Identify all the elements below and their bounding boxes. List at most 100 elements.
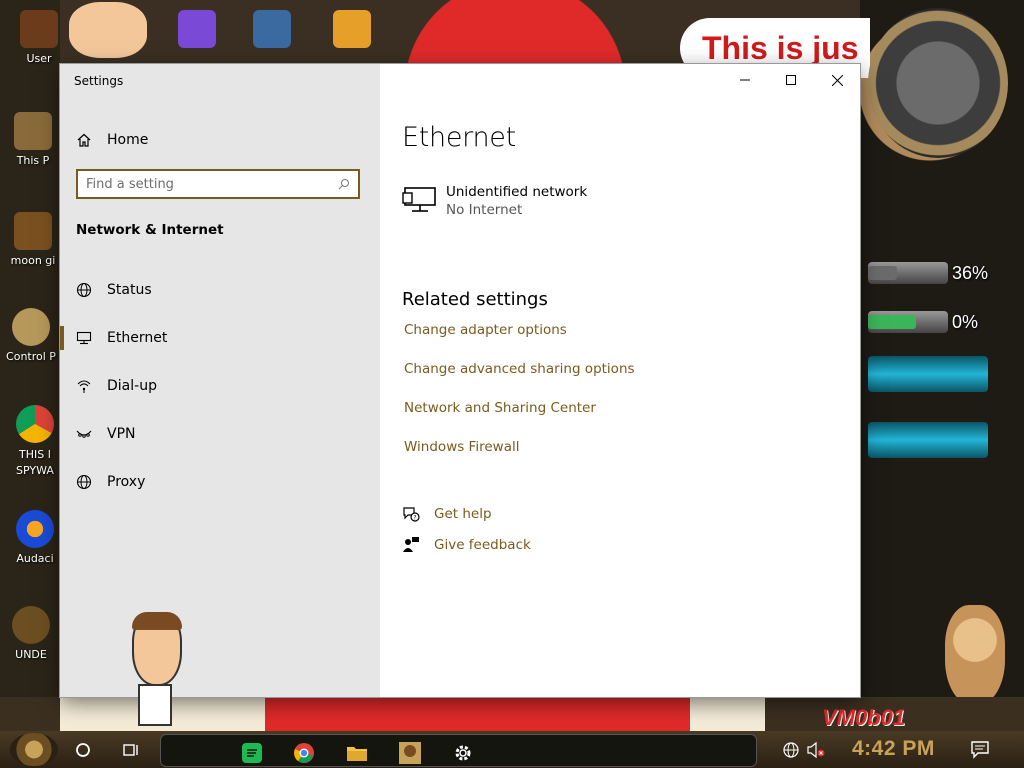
related-settings-title: Related settings: [402, 289, 548, 310]
audacity-icon: [16, 510, 54, 548]
file-explorer-icon: [347, 747, 367, 761]
nav-item-label: Ethernet: [107, 330, 168, 346]
search-icon: [338, 179, 349, 190]
hamster-decoration: [945, 605, 1005, 705]
taskbar: 4:42 PM: [0, 731, 1024, 768]
network-name: Unidentified network: [446, 184, 588, 200]
this-pc-icon: [14, 112, 52, 150]
taskbar-dock: [160, 734, 757, 767]
content-pane: Ethernet Unidentified network No Interne…: [380, 64, 860, 697]
desktop-icon-user[interactable]: User: [12, 10, 66, 65]
search-box[interactable]: [76, 169, 360, 199]
network-sharing-center-link[interactable]: Network and Sharing Center: [404, 400, 596, 416]
desktop-icon-unde[interactable]: UNDE: [4, 606, 58, 661]
cpu-gauge-fill: [868, 266, 897, 280]
desktop-icon-audacity[interactable]: Audaci: [8, 510, 62, 565]
cartoon-body: [138, 684, 172, 726]
cpu-gauge-label: 36%: [952, 263, 989, 283]
network-status: No Internet: [446, 202, 523, 218]
chrome-shortcut-icon: [16, 405, 54, 443]
wallpaper-watermark: VM0b01: [822, 705, 906, 730]
memory-gauge-label: 0%: [952, 312, 979, 332]
nav-item-proxy[interactable]: Proxy: [60, 458, 380, 506]
cartoon-character-decoration: [128, 612, 182, 726]
nav-item-label: Dial-up: [107, 378, 157, 394]
section-title: Network & Internet: [76, 222, 224, 238]
desktop-icon-visual-studio[interactable]: [170, 10, 224, 52]
settings-taskbar-button[interactable]: [450, 740, 476, 766]
help-chat-icon: ?: [403, 507, 420, 522]
user-folder-icon: [20, 10, 58, 48]
nav-item-status[interactable]: Status: [60, 266, 380, 314]
spotify-icon: [242, 743, 262, 763]
desktop-icon-chrome[interactable]: THIS I SPYWA: [8, 405, 62, 479]
proxy-globe-icon: [76, 474, 92, 490]
app-title: Settings: [74, 74, 124, 88]
get-help-link[interactable]: ? Get help: [402, 505, 492, 523]
give-feedback-link[interactable]: Give feedback: [402, 536, 531, 554]
desktop-icon-moon[interactable]: moon gi: [6, 212, 60, 267]
get-help-label: Get help: [434, 506, 492, 522]
hxd-icon: [333, 10, 371, 48]
file-explorer-taskbar-button[interactable]: [344, 740, 370, 766]
settings-window: Settings Home Network & Internet: [60, 64, 860, 697]
globe-icon: [76, 282, 92, 298]
search-input[interactable]: [86, 175, 331, 193]
chrome-taskbar-button[interactable]: [291, 740, 317, 766]
cortana-circle-icon: [76, 743, 90, 757]
settings-gear-icon: [455, 745, 471, 761]
gear-shortcut-icon: [12, 606, 50, 644]
change-advanced-sharing-link[interactable]: Change advanced sharing options: [404, 361, 635, 377]
network-text: Unidentified network No Internet: [446, 184, 587, 218]
change-adapter-options-link[interactable]: Change adapter options: [404, 322, 567, 338]
feedback-person-icon: [403, 537, 419, 552]
steampunk-clock-widget: [868, 8, 1008, 158]
virtualbox-icon: [253, 10, 291, 48]
cyan-tube-1: [868, 356, 988, 392]
page-title: Ethernet: [402, 122, 516, 153]
moon-folder-icon: [14, 212, 52, 250]
home-label: Home: [107, 132, 149, 148]
spotify-taskbar-button[interactable]: [239, 740, 265, 766]
home-nav-item[interactable]: Home: [76, 128, 148, 152]
cpu-gauge: [868, 262, 948, 284]
nav-item-label: VPN: [107, 426, 136, 442]
cartoon-hair: [132, 612, 182, 630]
ethernet-icon: [76, 331, 92, 345]
home-icon: [77, 133, 91, 147]
memory-gauge-fill: [868, 315, 916, 329]
give-feedback-label: Give feedback: [434, 537, 531, 553]
vpn-icon: [76, 430, 92, 438]
desktop-banner-text: This is jus: [702, 30, 859, 66]
control-panel-icon: [12, 308, 50, 346]
desktop-cartoon-face: [68, 2, 148, 62]
svg-text:?: ?: [413, 515, 416, 522]
photo-app-taskbar-button[interactable]: [397, 740, 423, 766]
nav-item-label: Status: [107, 282, 152, 298]
cortana-button[interactable]: [70, 737, 96, 763]
start-button[interactable]: [10, 733, 58, 766]
desktop-icon-virtualbox[interactable]: [245, 10, 299, 52]
nav-item-ethernet[interactable]: Ethernet: [60, 314, 380, 362]
network-tray-icon[interactable]: [782, 741, 800, 759]
dialup-icon: [77, 380, 91, 393]
volume-muted-icon[interactable]: [806, 741, 826, 759]
network-nav-list: Status Ethernet Dial-up VPN Proxy: [60, 266, 380, 506]
nav-item-dialup[interactable]: Dial-up: [60, 362, 380, 410]
taskbar-clock[interactable]: 4:42 PM: [852, 737, 935, 761]
network-pc-icon: [402, 187, 436, 212]
settings-sidebar: Settings Home Network & Internet: [60, 64, 380, 697]
system-tray: [782, 736, 826, 764]
visual-studio-icon: [178, 10, 216, 48]
desktop-icon-control-panel[interactable]: Control P: [4, 308, 58, 363]
chrome-icon: [294, 743, 314, 763]
task-view-button[interactable]: [118, 737, 144, 763]
desktop-icon-hxd[interactable]: [325, 10, 379, 52]
windows-firewall-link[interactable]: Windows Firewall: [404, 439, 519, 455]
network-status-item[interactable]: Unidentified network No Internet: [402, 184, 587, 218]
memory-gauge: [868, 311, 948, 333]
cyan-tube-2: [868, 422, 988, 458]
nav-item-vpn[interactable]: VPN: [60, 410, 380, 458]
desktop-icon-this-pc[interactable]: This P: [6, 112, 60, 167]
action-center-icon[interactable]: [970, 739, 992, 761]
